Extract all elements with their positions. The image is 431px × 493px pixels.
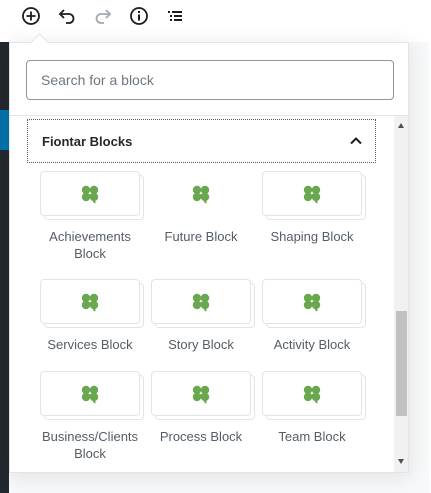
block-list: Achievements Block Future Block Shaping … <box>10 163 390 463</box>
undo-button[interactable] <box>52 3 82 29</box>
block-card <box>151 171 251 216</box>
block-card <box>40 279 140 324</box>
clover-icon <box>303 385 321 403</box>
clover-icon <box>81 185 99 203</box>
admin-sidebar <box>0 42 9 493</box>
scrollbar-thumb[interactable] <box>396 311 407 416</box>
block-card <box>262 371 362 416</box>
block-card <box>262 279 362 324</box>
block-label: Shaping Block <box>270 229 354 244</box>
block-search-input[interactable] <box>26 60 394 100</box>
block-list-scrollbar[interactable] <box>394 116 408 472</box>
block-card <box>40 171 140 216</box>
content-structure-button[interactable] <box>124 3 154 29</box>
block-card <box>151 371 251 416</box>
clover-icon <box>192 385 210 403</box>
scroll-up-arrow[interactable] <box>398 123 404 128</box>
clover-icon <box>81 293 99 311</box>
clover-icon <box>303 185 321 203</box>
clover-icon <box>192 185 210 203</box>
block-item-activity[interactable]: Activity Block <box>257 279 367 353</box>
outline-icon <box>168 11 182 21</box>
block-item-shaping[interactable]: Shaping Block <box>257 171 367 245</box>
block-item-process[interactable]: Process Block <box>146 371 256 445</box>
block-label: Business/Clients Block <box>41 429 139 461</box>
admin-sidebar-active-item <box>0 110 9 150</box>
redo-icon <box>95 9 112 24</box>
block-item-future[interactable]: Future Block <box>146 171 256 245</box>
redo-button[interactable] <box>88 3 118 29</box>
block-card <box>262 171 362 216</box>
popover-divider <box>10 115 408 116</box>
block-label: Achievements Block <box>49 229 131 261</box>
chevron-up-icon <box>350 137 362 145</box>
info-icon <box>130 7 148 25</box>
add-block-button[interactable] <box>16 3 46 29</box>
editor-toolbar <box>0 0 431 42</box>
block-label: Process Block <box>159 429 243 444</box>
scroll-down-arrow[interactable] <box>398 459 404 464</box>
block-label: Services Block <box>47 337 133 352</box>
block-item-team[interactable]: Team Block <box>257 371 367 445</box>
block-label: Future Block <box>164 229 238 244</box>
block-card <box>151 279 251 324</box>
block-label: Activity Block <box>273 337 351 352</box>
block-navigation-button[interactable] <box>160 3 190 29</box>
block-inserter-popover: Fiontar Blocks Achievements Block Future <box>9 33 409 473</box>
block-item-business-clients[interactable]: Business/Clients Block <box>35 371 145 462</box>
panel-title: Fiontar Blocks <box>42 133 133 149</box>
block-item-story[interactable]: Story Block <box>146 279 256 353</box>
panel-toggle-fiontar-blocks[interactable]: Fiontar Blocks <box>27 119 376 163</box>
block-item-achievements[interactable]: Achievements Block <box>35 171 145 262</box>
undo-icon <box>58 9 75 24</box>
block-card <box>40 371 140 416</box>
block-item-services[interactable]: Services Block <box>35 279 145 353</box>
clover-icon <box>303 293 321 311</box>
clover-icon <box>192 293 210 311</box>
block-label: Story Block <box>168 337 234 352</box>
block-label: Team Block <box>278 429 346 444</box>
add-block-icon <box>22 7 40 25</box>
clover-icon <box>81 385 99 403</box>
